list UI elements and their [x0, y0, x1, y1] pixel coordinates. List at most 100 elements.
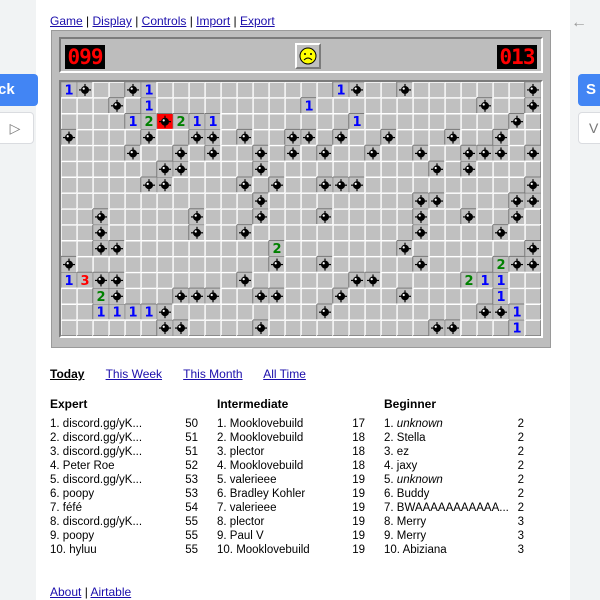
mine-icon[interactable]: [380, 129, 398, 146]
board-cell[interactable]: [364, 224, 382, 242]
board-cell[interactable]: [220, 97, 238, 115]
board-cell[interactable]: [492, 192, 510, 210]
mine-icon[interactable]: [92, 208, 110, 226]
mine-icon[interactable]: [428, 319, 446, 336]
board-cell[interactable]: [524, 208, 541, 226]
mine-icon[interactable]: [524, 192, 541, 210]
board-cell[interactable]: [92, 255, 110, 274]
board-cell[interactable]: [140, 271, 158, 290]
board-cell[interactable]: [364, 319, 382, 336]
board-cell[interactable]: [412, 82, 430, 99]
board-cell[interactable]: [220, 192, 238, 210]
mine-icon[interactable]: [508, 192, 526, 210]
board-cell[interactable]: [236, 82, 254, 99]
board-cell[interactable]: [316, 97, 334, 115]
mine-icon[interactable]: [172, 145, 190, 162]
board-cell[interactable]: [492, 82, 510, 99]
board-cell[interactable]: [204, 160, 222, 178]
board-cell[interactable]: [332, 271, 350, 290]
mine-icon[interactable]: [284, 129, 302, 146]
board-cell[interactable]: [444, 208, 462, 226]
mine-icon[interactable]: [332, 288, 350, 305]
board-cell[interactable]: [220, 208, 238, 226]
board-cell[interactable]: [492, 160, 510, 178]
mine-icon[interactable]: [316, 304, 334, 321]
number-cell[interactable]: 1: [204, 113, 222, 130]
board-cell[interactable]: [492, 208, 510, 226]
board-cell[interactable]: [348, 287, 366, 305]
board-cell[interactable]: [188, 144, 206, 163]
board-cell[interactable]: [108, 128, 126, 147]
board-cell[interactable]: [492, 240, 510, 258]
board-cell[interactable]: [444, 287, 462, 305]
board-cell[interactable]: [92, 319, 110, 336]
mine-icon[interactable]: [61, 256, 78, 273]
board-cell[interactable]: [92, 128, 110, 147]
board-cell[interactable]: [108, 144, 126, 163]
board-cell[interactable]: [284, 176, 302, 194]
board-cell[interactable]: [108, 176, 126, 194]
board-cell[interactable]: [220, 160, 238, 178]
board-cell[interactable]: [332, 113, 350, 131]
board-cell[interactable]: [412, 240, 430, 258]
mine-icon[interactable]: [316, 177, 334, 194]
board-cell[interactable]: [428, 97, 446, 115]
board-cell[interactable]: [284, 319, 302, 336]
board-cell[interactable]: [492, 176, 510, 194]
board-cell[interactable]: [348, 208, 366, 226]
board-cell[interactable]: [284, 240, 302, 258]
board-cell[interactable]: [428, 128, 446, 147]
board-cell[interactable]: [460, 176, 478, 194]
mine-icon[interactable]: [524, 240, 541, 257]
board-cell[interactable]: [268, 224, 286, 242]
mine-icon[interactable]: [92, 224, 110, 241]
mine-icon[interactable]: [316, 208, 334, 226]
board-cell[interactable]: [252, 271, 270, 290]
board-cell[interactable]: [460, 303, 478, 321]
menu-import[interactable]: Import: [196, 14, 230, 28]
board-cell[interactable]: [332, 160, 350, 178]
board-cell[interactable]: [428, 287, 446, 305]
board-cell[interactable]: [204, 271, 222, 290]
board-cell[interactable]: [76, 192, 94, 210]
mine-icon[interactable]: [460, 208, 478, 226]
board-cell[interactable]: [476, 255, 494, 274]
board-cell[interactable]: [380, 240, 398, 258]
mine-icon[interactable]: [460, 145, 478, 162]
number-cell[interactable]: 1: [476, 272, 494, 289]
board-cell[interactable]: [268, 319, 286, 336]
mine-icon[interactable]: [284, 145, 302, 162]
board-cell[interactable]: [428, 82, 446, 99]
mine-icon[interactable]: [492, 304, 510, 321]
board-cell[interactable]: [76, 255, 94, 274]
mine-icon[interactable]: [300, 129, 318, 146]
board-cell[interactable]: [76, 176, 94, 194]
board-cell[interactable]: [284, 255, 302, 274]
board-cell[interactable]: [188, 303, 206, 321]
board-cell[interactable]: [476, 224, 494, 242]
mine-icon[interactable]: [396, 82, 414, 99]
board-cell[interactable]: [428, 271, 446, 290]
board-cell[interactable]: [348, 303, 366, 321]
board-cell[interactable]: [300, 192, 318, 210]
back-arrow-icon[interactable]: ←: [571, 14, 587, 32]
board-cell[interactable]: [76, 319, 94, 336]
board-cell[interactable]: [204, 82, 222, 99]
board-cell[interactable]: [188, 240, 206, 258]
number-cell[interactable]: 2: [140, 113, 158, 130]
board-cell[interactable]: [444, 271, 462, 290]
number-cell[interactable]: 1: [332, 82, 350, 98]
board-cell[interactable]: [380, 97, 398, 115]
mine-icon[interactable]: [316, 256, 334, 273]
board-cell[interactable]: [492, 319, 510, 336]
board-cell[interactable]: [476, 160, 494, 178]
board-cell[interactable]: [300, 144, 318, 163]
board-cell[interactable]: [396, 319, 414, 336]
board-cell[interactable]: [284, 97, 302, 115]
board-cell[interactable]: [156, 82, 174, 99]
board-cell[interactable]: [316, 224, 334, 242]
mine-icon[interactable]: [476, 145, 494, 162]
mine-icon[interactable]: [236, 129, 254, 146]
tab-today[interactable]: Today: [50, 367, 84, 381]
board-cell[interactable]: [188, 319, 206, 336]
